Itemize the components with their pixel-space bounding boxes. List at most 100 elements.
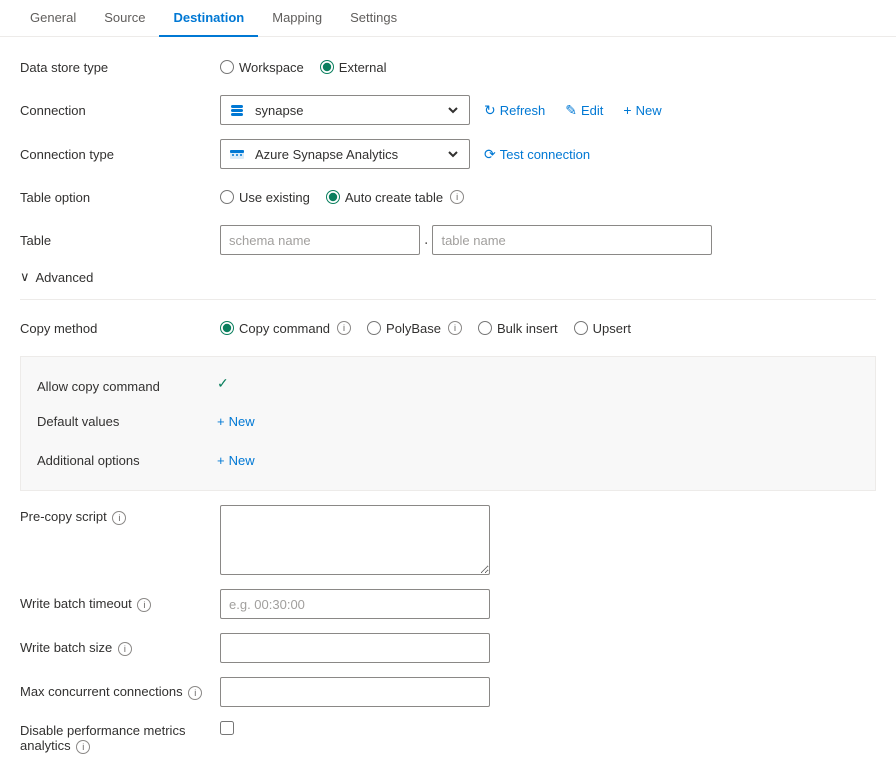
pre-copy-script-label: Pre-copy script i [20, 505, 220, 525]
pre-copy-info-icon: i [112, 511, 126, 525]
write-batch-timeout-controls [220, 589, 876, 619]
connection-type-select-wrapper[interactable]: Azure Synapse Analytics [220, 139, 470, 169]
auto-create-info-icon: i [450, 190, 464, 204]
default-values-label: Default values [37, 410, 217, 429]
destination-form: Data store type Workspace External Conne… [0, 37, 896, 784]
connection-type-controls: Azure Synapse Analytics ⟳ Test connectio… [220, 139, 876, 169]
data-store-type-label: Data store type [20, 60, 220, 75]
schema-input[interactable] [220, 225, 420, 255]
polybase-label: PolyBase [386, 321, 441, 336]
pre-copy-script-controls [220, 505, 876, 575]
new-additional-options-button[interactable]: + New [217, 449, 255, 472]
copy-method-row: Copy method Copy command i PolyBase i Bu… [20, 314, 876, 342]
table-option-controls: Use existing Auto create table i [220, 190, 876, 205]
upsert-label: Upsert [593, 321, 631, 336]
copy-command-radio[interactable]: Copy command i [220, 321, 351, 336]
test-connection-icon: ⟳ [484, 146, 496, 163]
advanced-label: Advanced [36, 270, 94, 285]
table-row: Table . [20, 225, 876, 255]
polybase-radio-input[interactable] [367, 321, 381, 335]
auto-create-radio[interactable]: Auto create table i [326, 190, 464, 205]
synapse-icon [229, 146, 245, 162]
workspace-radio[interactable]: Workspace [220, 60, 304, 75]
auto-create-label: Auto create table [345, 190, 443, 205]
divider-1 [20, 299, 876, 300]
disable-perf-row: Disable performance metrics analytics i [20, 721, 876, 754]
tab-mapping[interactable]: Mapping [258, 0, 336, 37]
new-additional-options-label: New [229, 453, 255, 468]
table-controls: . [220, 225, 876, 255]
connection-row: Connection synapse ↻ Refresh [20, 95, 876, 125]
test-connection-button[interactable]: ⟳ Test connection [478, 142, 596, 167]
plus-icon-default: + [217, 414, 225, 429]
upsert-radio-input[interactable] [574, 321, 588, 335]
tab-source[interactable]: Source [90, 0, 159, 37]
write-batch-timeout-label: Write batch timeout i [20, 596, 220, 612]
disable-perf-controls [220, 721, 876, 735]
edit-label: Edit [581, 103, 603, 118]
test-connection-label: Test connection [500, 147, 590, 162]
external-radio[interactable]: External [320, 60, 387, 75]
write-batch-size-label: Write batch size i [20, 640, 220, 656]
tab-destination[interactable]: Destination [159, 0, 258, 37]
use-existing-radio[interactable]: Use existing [220, 190, 310, 205]
connection-type-row: Connection type Azure Synapse Analytics [20, 139, 876, 169]
schema-table-inputs: . [220, 225, 712, 255]
use-existing-label: Use existing [239, 190, 310, 205]
write-batch-timeout-info-icon: i [137, 598, 151, 612]
table-option-label: Table option [20, 190, 220, 205]
allow-copy-command-label: Allow copy command [37, 375, 217, 394]
tab-settings[interactable]: Settings [336, 0, 411, 37]
auto-create-radio-input[interactable] [326, 190, 340, 204]
default-values-controls: + New [217, 410, 859, 433]
copy-command-radio-input[interactable] [220, 321, 234, 335]
table-input[interactable] [432, 225, 712, 255]
max-concurrent-row: Max concurrent connections i [20, 677, 876, 707]
new-connection-button[interactable]: + New [617, 98, 667, 122]
connection-select[interactable]: synapse [251, 102, 461, 119]
bulk-insert-radio[interactable]: Bulk insert [478, 321, 558, 336]
data-store-type-row: Data store type Workspace External [20, 53, 876, 81]
connection-select-wrapper[interactable]: synapse [220, 95, 470, 125]
workspace-radio-input[interactable] [220, 60, 234, 74]
bulk-insert-radio-input[interactable] [478, 321, 492, 335]
copy-command-info-icon: i [337, 321, 351, 335]
bulk-insert-label: Bulk insert [497, 321, 558, 336]
refresh-label: Refresh [500, 103, 546, 118]
disable-perf-info-icon: i [76, 740, 90, 754]
workspace-radio-label: Workspace [239, 60, 304, 75]
refresh-button[interactable]: ↻ Refresh [478, 98, 551, 123]
edit-button[interactable]: ✎ Edit [559, 98, 609, 123]
upsert-radio[interactable]: Upsert [574, 321, 631, 336]
write-batch-size-input[interactable] [220, 633, 490, 663]
write-batch-size-info-icon: i [118, 642, 132, 656]
connection-type-select[interactable]: Azure Synapse Analytics [251, 146, 461, 163]
plus-icon-connection: + [623, 102, 631, 118]
tab-bar: General Source Destination Mapping Setti… [0, 0, 896, 37]
disable-perf-label: Disable performance metrics analytics i [20, 721, 220, 754]
db-icon [229, 102, 245, 118]
write-batch-size-row: Write batch size i [20, 633, 876, 663]
max-concurrent-controls [220, 677, 876, 707]
use-existing-radio-input[interactable] [220, 190, 234, 204]
write-batch-timeout-row: Write batch timeout i [20, 589, 876, 619]
max-concurrent-input[interactable] [220, 677, 490, 707]
tab-general[interactable]: General [16, 0, 90, 37]
new-default-values-button[interactable]: + New [217, 410, 255, 433]
connection-label: Connection [20, 103, 220, 118]
table-option-row: Table option Use existing Auto create ta… [20, 183, 876, 211]
additional-options-row: Additional options + New [37, 441, 859, 480]
edit-icon: ✎ [565, 102, 577, 119]
copy-method-controls: Copy command i PolyBase i Bulk insert Up… [220, 321, 876, 336]
dot-separator: . [424, 231, 428, 249]
polybase-radio[interactable]: PolyBase i [367, 321, 462, 336]
additional-options-label: Additional options [37, 449, 217, 468]
write-batch-timeout-input[interactable] [220, 589, 490, 619]
advanced-toggle[interactable]: ∨ Advanced [20, 269, 876, 285]
allow-copy-command-controls: ✓ [217, 375, 859, 392]
external-radio-input[interactable] [320, 60, 334, 74]
pre-copy-script-textarea[interactable] [220, 505, 490, 575]
disable-perf-checkbox[interactable] [220, 721, 234, 735]
allow-copy-command-row: Allow copy command ✓ [37, 367, 859, 402]
connection-type-label: Connection type [20, 147, 220, 162]
